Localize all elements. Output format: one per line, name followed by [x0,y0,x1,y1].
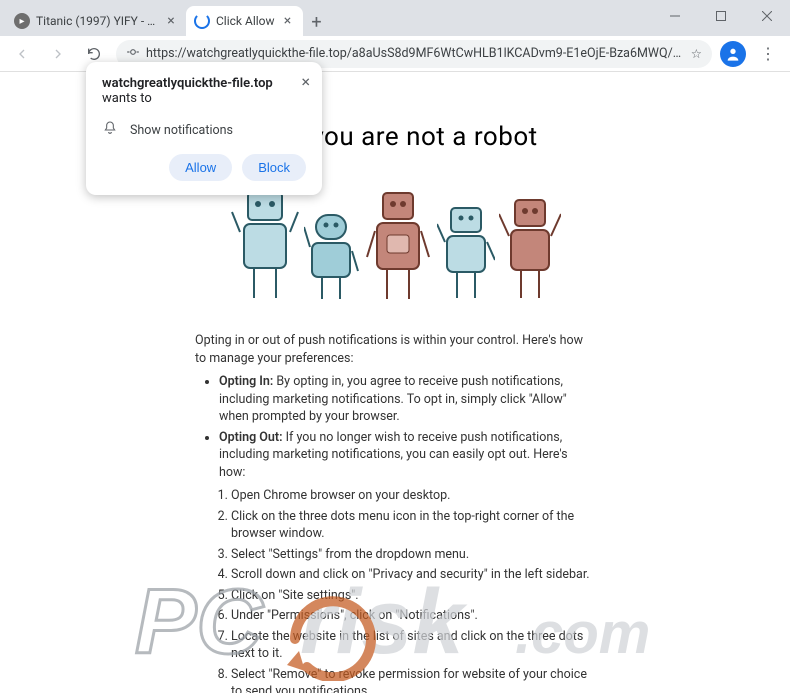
close-icon[interactable]: × [164,14,178,28]
close-icon[interactable]: × [301,72,310,91]
window-controls [652,0,790,32]
tab-title: Titanic (1997) YIFY - Download [36,14,158,28]
browser-menu-button[interactable]: ⋮ [754,40,782,68]
step-item: Under "Permissions", click on "Notificat… [231,607,595,625]
step-item: Select "Remove" to revoke permission for… [231,666,595,693]
robot-icon [437,202,495,302]
step-item: Select "Settings" from the dropdown menu… [231,546,595,564]
opt-in-item: Opting In: By opting in, you agree to re… [219,373,595,426]
block-button[interactable]: Block [242,154,306,181]
site-info-icon[interactable] [126,45,140,63]
close-icon[interactable]: × [281,14,295,28]
step-item: Open Chrome browser on your desktop. [231,487,595,505]
robot-icon [363,187,433,302]
tab-active[interactable]: Click Allow × [186,6,303,36]
instructions: Opting in or out of push notifications i… [195,332,595,693]
bell-icon [102,120,118,140]
robot-icon [230,182,300,302]
permission-item-label: Show notifications [130,123,233,138]
robot-icon [499,194,561,302]
step-item: Click on the three dots menu icon in the… [231,508,595,543]
tab-title: Click Allow [216,14,275,28]
tab-inactive[interactable]: ▸ Titanic (1997) YIFY - Download × [6,6,186,36]
steps-list: Open Chrome browser on your desktop. Cli… [195,487,595,693]
bookmark-star-icon[interactable]: ☆ [691,46,702,62]
step-item: Locate the website in the list of sites … [231,628,595,663]
maximize-button[interactable] [698,0,744,32]
opt-out-item: Opting Out: If you no longer wish to rec… [219,429,595,482]
window-close-button[interactable] [744,0,790,32]
permission-wants: wants to [102,91,306,106]
titlebar: ▸ Titanic (1997) YIFY - Download × Click… [0,0,790,36]
allow-button[interactable]: Allow [169,154,232,181]
favicon-generic-icon: ▸ [14,13,30,29]
back-button[interactable] [8,40,36,68]
permission-host: watchgreatlyquickthe-file.top [102,76,306,91]
step-item: Scroll down and click on "Privacy and se… [231,566,595,584]
favicon-spinner-icon [194,13,210,29]
intro-text: Opting in or out of push notifications i… [195,332,595,367]
step-item: Click on "Site settings". [231,587,595,605]
new-tab-button[interactable]: + [303,8,331,36]
permission-prompt: × watchgreatlyquickthe-file.top wants to… [86,62,322,195]
permission-item: Show notifications [102,120,306,140]
minimize-button[interactable] [652,0,698,32]
profile-avatar[interactable] [720,41,746,67]
url-text: https://watchgreatlyquickthe-file.top/a8… [146,46,685,61]
robot-icon [304,207,359,302]
forward-button[interactable] [44,40,72,68]
